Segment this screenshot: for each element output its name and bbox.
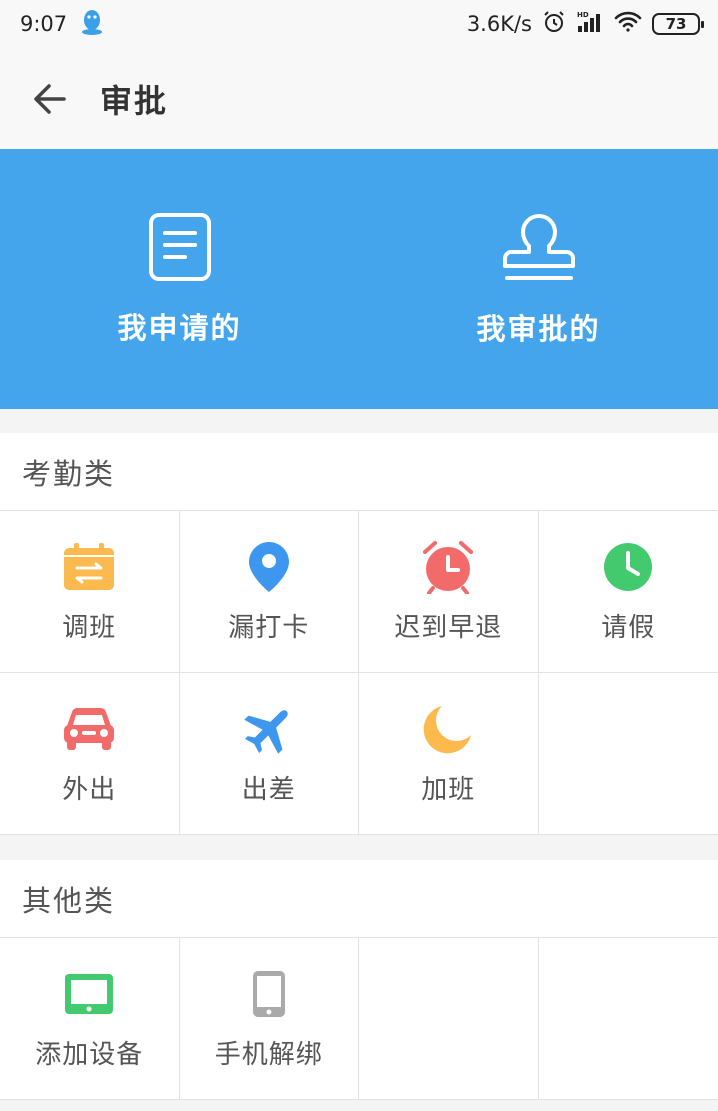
- attendance-section-title: 考勤类: [0, 433, 718, 511]
- overtime-label: 加班: [421, 775, 476, 805]
- network-speed: 3.6K/s: [466, 12, 532, 36]
- wifi-icon: [614, 11, 642, 38]
- other-section-title: 其他类: [0, 860, 718, 938]
- stamp-icon: [502, 214, 575, 280]
- missed-punch-label: 漏打卡: [228, 613, 310, 643]
- car-icon: [61, 701, 117, 757]
- empty-cell: [538, 673, 718, 835]
- back-button[interactable]: [0, 48, 100, 149]
- page-title: 审批: [100, 81, 169, 120]
- phone-icon: [241, 966, 297, 1022]
- overtime-item[interactable]: 加班: [359, 673, 539, 835]
- title-bar: 审批: [0, 48, 718, 149]
- clock-icon: [600, 539, 656, 595]
- unbind-phone-item[interactable]: 手机解绑: [179, 938, 359, 1100]
- my-approvals-label: 我审批的: [476, 312, 601, 346]
- outing-item[interactable]: 外出: [0, 673, 180, 835]
- alarm-clock-icon: [420, 539, 476, 595]
- my-applications-label: 我申请的: [117, 311, 242, 345]
- moon-icon: [420, 701, 476, 757]
- other-grid: 添加设备 手机解绑: [0, 938, 718, 1100]
- battery-icon: 73: [652, 13, 704, 35]
- outing-label: 外出: [62, 775, 117, 805]
- qq-icon: [81, 8, 103, 41]
- status-bar: 9:07 3.6K/s HD 73: [0, 0, 718, 48]
- business-trip-item[interactable]: 出差: [179, 673, 359, 835]
- other-section: 其他类 添加设备 手机解绑: [0, 860, 718, 1100]
- empty-cell: [359, 938, 539, 1100]
- location-pin-icon: [241, 539, 297, 595]
- approval-banner: 我申请的 我审批的: [0, 149, 718, 409]
- tablet-icon: [61, 966, 117, 1022]
- attendance-section: 考勤类 调班 漏打卡 迟到早退 请假 外出 出差 加班: [0, 433, 718, 835]
- attendance-grid: 调班 漏打卡 迟到早退 请假 外出 出差 加班: [0, 511, 718, 835]
- unbind-phone-label: 手机解绑: [214, 1040, 323, 1070]
- add-device-item[interactable]: 添加设备: [0, 938, 180, 1100]
- add-device-label: 添加设备: [35, 1040, 144, 1070]
- empty-cell: [538, 938, 718, 1100]
- battery-level: 73: [665, 15, 687, 33]
- late-early-item[interactable]: 迟到早退: [359, 511, 539, 673]
- svg-text:HD: HD: [577, 11, 589, 19]
- missed-punch-item[interactable]: 漏打卡: [179, 511, 359, 673]
- leave-label: 请假: [601, 613, 656, 643]
- status-time: 9:07: [20, 12, 68, 36]
- calendar-swap-icon: [61, 539, 117, 595]
- my-approvals-button[interactable]: 我审批的: [359, 149, 718, 409]
- late-early-label: 迟到早退: [394, 613, 503, 643]
- shift-swap-item[interactable]: 调班: [0, 511, 180, 673]
- signal-icon: HD: [576, 10, 604, 39]
- my-applications-button[interactable]: 我申请的: [0, 149, 359, 409]
- leave-item[interactable]: 请假: [538, 511, 718, 673]
- airplane-icon: [241, 701, 297, 757]
- document-icon: [148, 213, 211, 281]
- shift-swap-label: 调班: [62, 613, 117, 643]
- business-trip-label: 出差: [241, 775, 296, 805]
- alarm-status-icon: [542, 10, 566, 39]
- arrow-left-icon: [34, 83, 66, 114]
